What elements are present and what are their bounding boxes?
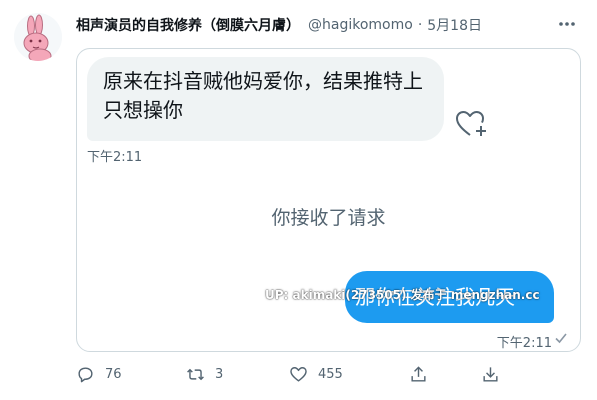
reply-icon	[78, 366, 93, 382]
heart-plus-icon	[456, 111, 486, 136]
dm-screenshot-card[interactable]: 原来在抖音贼他妈爱你，结果推特上只想操你 下午2:11 你接收了请求 那你在关注…	[76, 48, 581, 352]
tweet-actions: 76 3 455	[76, 362, 516, 386]
author-handle[interactable]: @hagikomomo	[308, 17, 413, 33]
share-button[interactable]	[409, 362, 428, 386]
download-icon	[483, 366, 498, 382]
share-icon	[411, 365, 426, 382]
more-icon	[559, 22, 575, 26]
system-message: 你接收了请求	[271, 207, 386, 229]
watermark: UP: akimaki(273505) 发布于 mengzhan.cc	[265, 288, 540, 302]
like-count: 455	[318, 366, 343, 382]
reply-button[interactable]: 76	[76, 362, 122, 386]
like-button[interactable]: 455	[289, 362, 343, 386]
retweet-button[interactable]: 3	[186, 362, 223, 386]
retweet-count: 3	[215, 366, 224, 382]
avatar[interactable]	[14, 13, 62, 61]
download-button[interactable]	[481, 362, 500, 386]
incoming-message-time: 下午2:11	[87, 150, 143, 165]
more-button[interactable]	[555, 12, 579, 36]
tweet-date[interactable]: 5月18日	[427, 15, 482, 35]
outgoing-message-time: 下午2:11	[496, 336, 552, 351]
retweet-icon	[187, 368, 204, 380]
separator-dot: ·	[417, 17, 423, 33]
check-icon	[555, 333, 567, 344]
incoming-message-bubble: 原来在抖音贼他妈爱你，结果推特上只想操你	[87, 57, 444, 141]
author-name[interactable]: 相声演员的自我修养（倒膜六月膚）	[76, 15, 300, 35]
pink-rabbit-avatar-icon	[14, 13, 62, 61]
tweet-header: 相声演员的自我修养（倒膜六月膚） @hagikomomo · 5月18日	[76, 14, 597, 36]
heart-icon	[290, 366, 307, 382]
reply-count: 76	[105, 366, 122, 382]
